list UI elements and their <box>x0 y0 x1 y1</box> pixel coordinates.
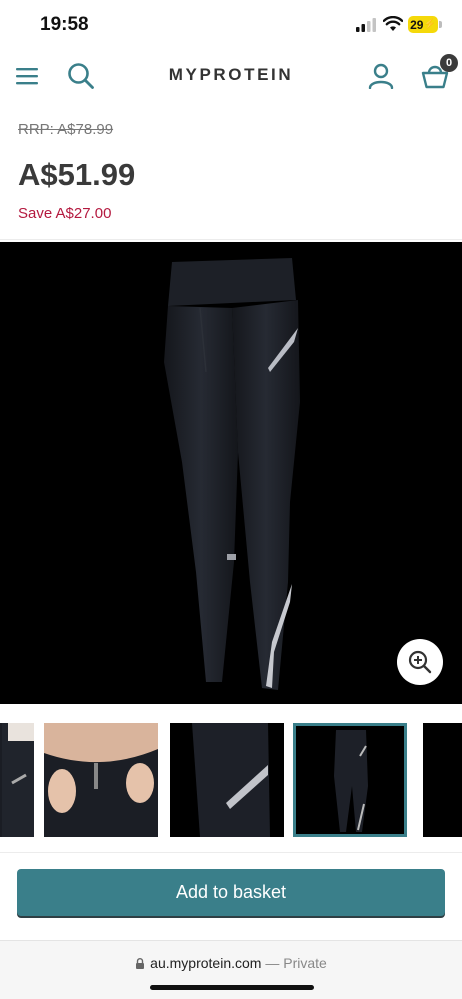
account-icon[interactable] <box>368 63 394 89</box>
battery-level: 29 <box>410 17 424 32</box>
price-block: RRP: A$78.99 A$51.99 Save A$27.00 <box>0 105 462 240</box>
private-mode-label: — Private <box>265 955 327 971</box>
leggings-illustration <box>164 258 300 690</box>
main-product-image[interactable] <box>0 242 462 704</box>
thumbnail-reflective-detail[interactable] <box>170 723 284 837</box>
url-row[interactable]: au.myprotein.com — Private <box>0 955 462 971</box>
basket-count-badge: 0 <box>440 54 458 72</box>
status-time: 19:58 <box>40 14 89 35</box>
site-header: MYPROTEIN 0 <box>0 50 462 105</box>
thumbnail-waistband-pocket[interactable] <box>44 723 158 837</box>
divider <box>0 852 462 853</box>
rrp-price: RRP: A$78.99 <box>18 121 114 138</box>
thumbnail-leggings-back[interactable] <box>0 723 34 837</box>
thumbnail-strip[interactable] <box>0 720 462 840</box>
wifi-icon <box>383 16 403 31</box>
status-bar: 19:58 29 ⚡ <box>0 0 462 50</box>
battery-indicator: 29 ⚡ <box>408 16 438 33</box>
url-text: au.myprotein.com <box>150 955 262 971</box>
savings-text: Save A$27.00 <box>18 205 112 222</box>
thumbnail-full-leggings-active[interactable] <box>293 723 407 837</box>
battery-tip <box>439 21 442 28</box>
charging-bolt-icon: ⚡ <box>423 19 436 30</box>
add-to-basket-button[interactable]: Add to basket <box>17 869 445 916</box>
lock-icon <box>136 958 145 969</box>
home-indicator[interactable] <box>150 985 314 990</box>
cellular-signal-icon <box>356 18 376 32</box>
current-price: A$51.99 <box>18 157 136 192</box>
zoom-in-icon <box>408 650 432 674</box>
zoom-button[interactable] <box>397 639 443 685</box>
browser-address-bar[interactable]: au.myprotein.com — Private <box>0 940 462 999</box>
thumbnail-partial[interactable] <box>419 723 462 837</box>
